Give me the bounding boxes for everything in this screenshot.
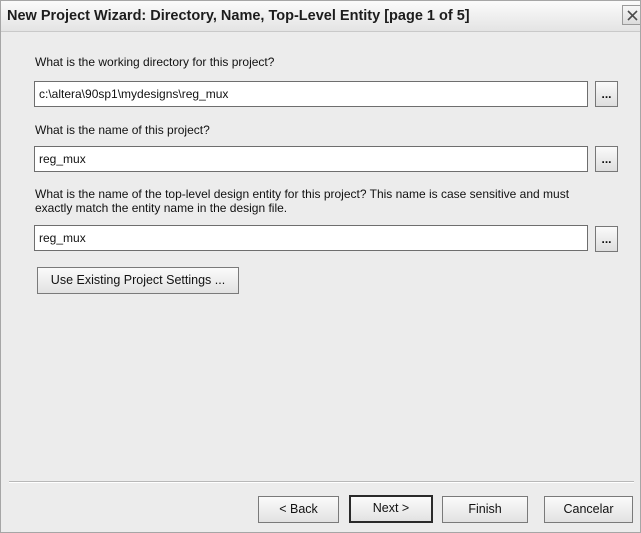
project-name-input[interactable] — [35, 147, 587, 171]
title-bar[interactable]: New Project Wizard: Directory, Name, Top… — [1, 1, 640, 32]
project-name-browse-button[interactable]: ... — [595, 146, 618, 172]
directory-field[interactable] — [34, 81, 588, 107]
close-button[interactable] — [622, 5, 640, 25]
back-button[interactable]: < Back — [258, 496, 339, 523]
entity-prompt-line2: exactly match the entity name in the des… — [35, 201, 288, 215]
cancel-button[interactable]: Cancelar — [544, 496, 633, 523]
entity-prompt-line1: What is the name of the top-level design… — [35, 187, 570, 201]
finish-button[interactable]: Finish — [442, 496, 528, 523]
next-button[interactable]: Next > — [349, 495, 433, 523]
project-name-prompt: What is the name of this project? — [35, 123, 210, 137]
entity-input[interactable] — [35, 226, 587, 250]
project-name-field[interactable] — [34, 146, 588, 172]
footer-separator — [9, 481, 634, 483]
directory-browse-button[interactable]: ... — [595, 81, 618, 107]
directory-prompt: What is the working directory for this p… — [35, 55, 275, 69]
entity-browse-button[interactable]: ... — [595, 226, 618, 252]
entity-field[interactable] — [34, 225, 588, 251]
close-icon — [627, 10, 638, 21]
directory-input[interactable] — [35, 82, 587, 106]
use-existing-project-settings-button[interactable]: Use Existing Project Settings ... — [37, 267, 239, 294]
new-project-wizard-window: New Project Wizard: Directory, Name, Top… — [0, 0, 641, 533]
window-title: New Project Wizard: Directory, Name, Top… — [7, 8, 470, 24]
